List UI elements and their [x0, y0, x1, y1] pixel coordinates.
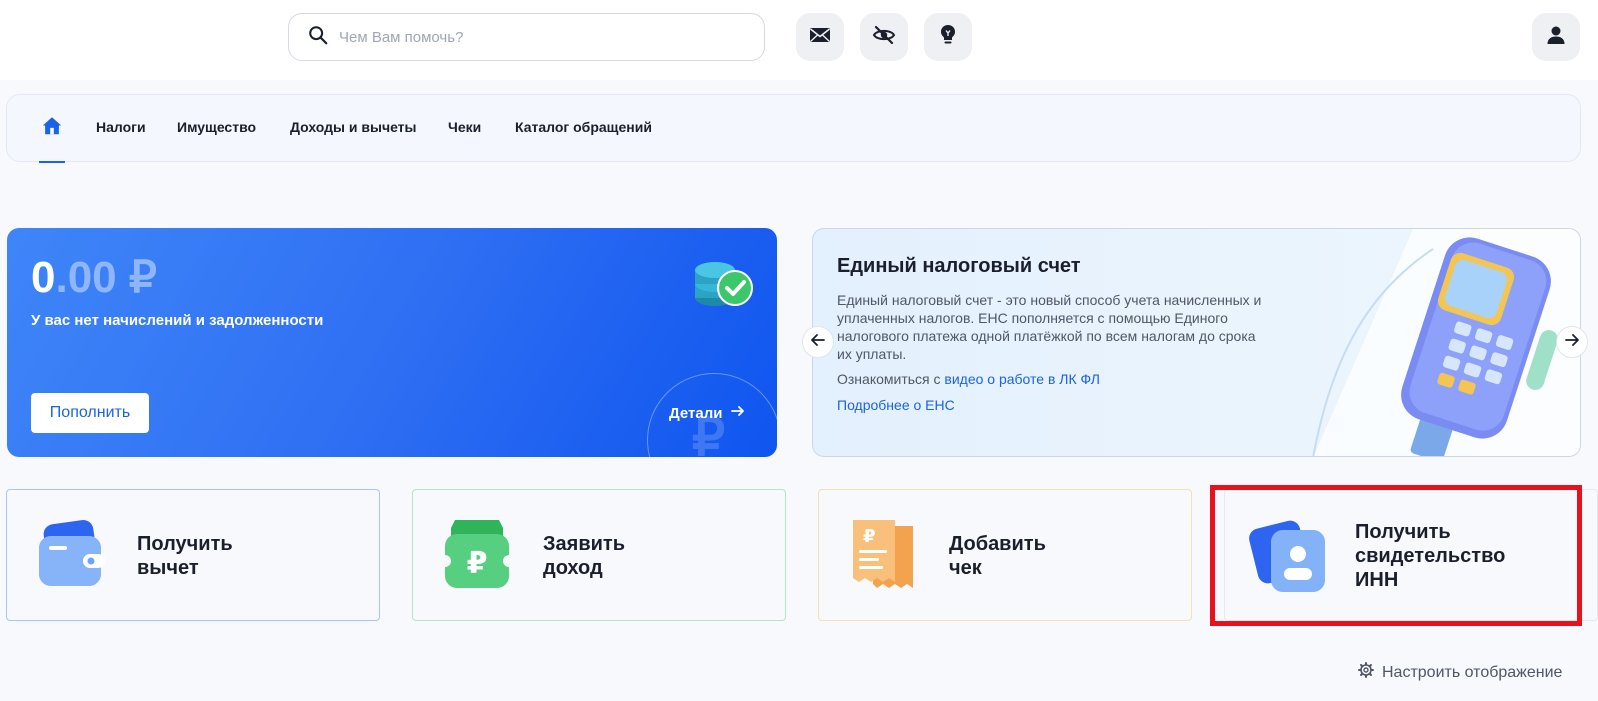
tab-receipts[interactable]: Чеки: [448, 119, 481, 135]
details-link[interactable]: Детали: [669, 403, 746, 423]
search-box[interactable]: [288, 13, 765, 61]
profile-button[interactable]: [1532, 13, 1580, 61]
promo-video-row: Ознакомиться с видео о работе в ЛК ФЛ: [837, 371, 1100, 387]
arrow-right-icon: [730, 403, 746, 423]
card-label-line: Получить: [137, 533, 233, 555]
lightbulb-icon: [936, 23, 960, 52]
tips-button[interactable]: [924, 13, 972, 61]
arrow-right-icon: [1563, 331, 1581, 354]
customize-display-link[interactable]: Настроить отображение: [1358, 662, 1562, 683]
add-receipt-card[interactable]: ₽ Добавить чек: [818, 489, 1192, 621]
details-label: Детали: [669, 404, 723, 422]
top-bar: [0, 0, 1598, 80]
carousel-prev-button[interactable]: [802, 326, 834, 358]
promo-description: Единый налоговый счет - это новый способ…: [837, 292, 1262, 362]
highlight-box: [1210, 485, 1582, 626]
svg-text:₽: ₽: [467, 546, 488, 581]
balance-amount-integer: 0: [31, 253, 56, 302]
hide-amounts-button[interactable]: [860, 13, 908, 61]
arrow-left-icon: [809, 331, 827, 354]
tab-income-deductions[interactable]: Доходы и вычеты: [290, 119, 417, 135]
balance-amount-decimals: .00 ₽: [55, 253, 157, 302]
card-label-line: вычет: [137, 557, 199, 579]
promo-video-link[interactable]: видео о работе в ЛК ФЛ: [944, 371, 1100, 387]
card-label: Получить вычет: [137, 532, 233, 580]
promo-title: Единый налоговый счет: [837, 255, 1081, 277]
coins-check-icon: [693, 254, 755, 312]
user-icon: [1544, 23, 1568, 52]
wallet-icon: [31, 516, 111, 596]
balance-card: 0.00 ₽ У вас нет начислений и задолженно…: [7, 228, 777, 457]
topup-button[interactable]: Пополнить: [31, 393, 149, 433]
balance-amount: 0.00 ₽: [31, 252, 157, 303]
gear-icon: [1358, 662, 1374, 683]
eye-off-icon: [872, 23, 896, 52]
carousel-next-button[interactable]: [1556, 326, 1588, 358]
card-label-line: Заявить: [543, 533, 626, 555]
card-label: Заявить доход: [543, 532, 625, 580]
svg-text:₽: ₽: [863, 526, 876, 547]
active-tab-indicator: [39, 161, 65, 163]
ruble-ticket-icon: ₽: [437, 516, 517, 596]
balance-caption: У вас нет начислений и задолженности: [31, 312, 324, 329]
get-deduction-card[interactable]: Получить вычет: [6, 489, 380, 621]
mail-icon: [808, 23, 832, 52]
ens-promo-card: Единый налоговый счет Единый налоговый с…: [812, 228, 1581, 457]
receipt-icon: ₽: [843, 516, 923, 596]
card-label: Добавить чек: [949, 532, 1046, 580]
search-icon: [307, 24, 329, 51]
declare-income-card[interactable]: ₽ Заявить доход: [412, 489, 786, 621]
promo-video-prefix: Ознакомиться с: [837, 371, 945, 387]
card-label-line: доход: [543, 557, 603, 579]
main-nav: Налоги Имущество Доходы и вычеты Чеки Ка…: [6, 94, 1581, 163]
payment-terminal-illustration: [1293, 229, 1580, 456]
customize-display-label: Настроить отображение: [1382, 663, 1563, 681]
messages-button[interactable]: [796, 13, 844, 61]
tab-taxes[interactable]: Налоги: [96, 119, 146, 135]
card-label-line: чек: [949, 557, 982, 579]
card-label-line: Добавить: [949, 533, 1046, 555]
tab-requests-catalog[interactable]: Каталог обращений: [515, 119, 652, 135]
tab-home[interactable]: [39, 111, 65, 163]
search-input[interactable]: [339, 28, 739, 46]
promo-more-link[interactable]: Подробнее о ЕНС: [837, 397, 955, 413]
tab-property[interactable]: Имущество: [177, 119, 256, 135]
